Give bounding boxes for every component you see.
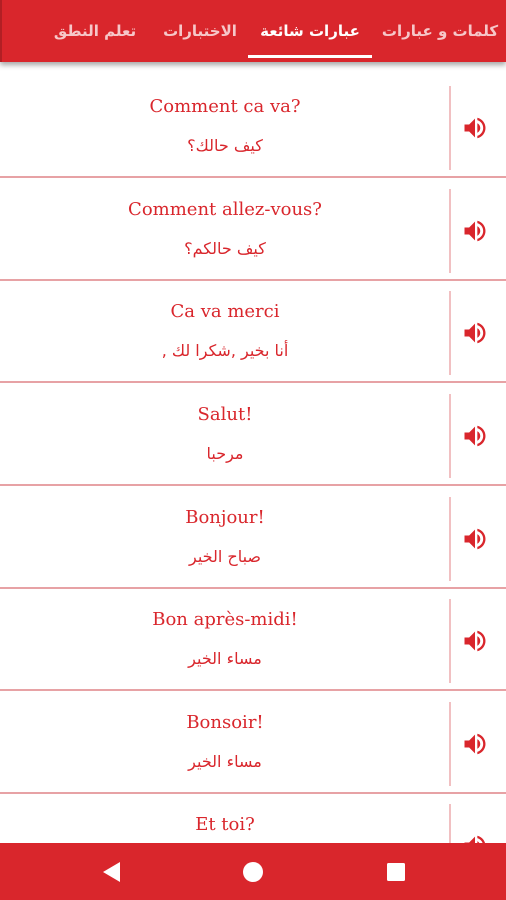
phrase-row[interactable]: Bonsoir! مساء الخير — [0, 694, 506, 794]
tab-bar-edge — [0, 0, 2, 62]
row-divider — [449, 394, 451, 478]
phrase-text: Salut! مرحبا — [10, 386, 440, 486]
row-divider — [449, 599, 451, 683]
tab-label: كلمات و عبارات — [381, 22, 499, 40]
arabic-translation: مساء الخير — [188, 752, 262, 771]
tab-words-phrases[interactable]: كلمات و عبارات — [380, 0, 500, 62]
french-phrase: Comment ca va? — [149, 96, 301, 117]
volume-icon[interactable] — [461, 114, 489, 142]
arabic-translation: صباح الخير — [188, 547, 261, 566]
row-divider — [449, 189, 451, 273]
recents-square-icon[interactable] — [381, 857, 411, 887]
system-navigation-bar — [0, 843, 506, 900]
arabic-translation: مساء الخير — [188, 649, 262, 668]
phrase-text: Bon après-midi! مساء الخير — [10, 591, 440, 691]
french-phrase: Ca va merci — [170, 301, 280, 322]
volume-icon[interactable] — [461, 730, 489, 758]
french-phrase: Et toi? — [195, 814, 255, 835]
phrase-text: Ca va merci أنا بخير ,شكرا لك , — [10, 283, 440, 383]
volume-icon[interactable] — [461, 627, 489, 655]
phrase-row[interactable]: Bon après-midi! مساء الخير — [0, 591, 506, 691]
tab-common-phrases[interactable]: عبارات شائعة — [248, 0, 372, 62]
phrase-text: Comment ca va? كيف حالك؟ — [10, 78, 440, 178]
phrase-text: Bonsoir! مساء الخير — [10, 694, 440, 794]
phrase-row[interactable]: Salut! مرحبا — [0, 386, 506, 486]
arabic-translation: مرحبا — [206, 444, 244, 463]
volume-icon[interactable] — [461, 217, 489, 245]
phrase-row[interactable]: Comment ca va? كيف حالك؟ — [0, 78, 506, 178]
arabic-translation: كيف حالكم؟ — [184, 239, 266, 258]
volume-icon[interactable] — [461, 525, 489, 553]
french-phrase: Bon après-midi! — [152, 609, 298, 630]
row-divider — [449, 291, 451, 375]
back-triangle-icon[interactable] — [97, 857, 127, 887]
phrase-row[interactable]: Bonjour! صباح الخير — [0, 489, 506, 589]
arabic-translation: أنا بخير ,شكرا لك , — [161, 341, 289, 360]
phrase-text: Comment allez-vous? كيف حالكم؟ — [10, 181, 440, 281]
row-divider — [449, 702, 451, 786]
french-phrase: Bonsoir! — [186, 712, 264, 733]
tab-quizzes[interactable]: الاختبارات — [155, 0, 245, 62]
tab-label: الاختبارات — [163, 22, 237, 40]
volume-icon[interactable] — [461, 319, 489, 347]
tab-bar: كلمات و عبارات عبارات شائعة الاختبارات ت… — [0, 0, 506, 62]
tab-label: تعلم النطق — [53, 22, 137, 40]
tab-learn-pronunciation[interactable]: تعلم النطق — [42, 0, 148, 62]
row-divider — [449, 497, 451, 581]
french-phrase: Comment allez-vous? — [128, 199, 322, 220]
phrase-row[interactable]: Ca va merci أنا بخير ,شكرا لك , — [0, 283, 506, 383]
home-circle-icon[interactable] — [238, 857, 268, 887]
tab-label: عبارات شائعة — [260, 22, 360, 40]
french-phrase: Salut! — [197, 404, 253, 425]
active-tab-indicator — [248, 55, 372, 58]
volume-icon[interactable] — [461, 422, 489, 450]
row-divider — [449, 86, 451, 170]
french-phrase: Bonjour! — [185, 507, 265, 528]
phrase-text: Bonjour! صباح الخير — [10, 489, 440, 589]
arabic-translation: كيف حالك؟ — [187, 136, 263, 155]
phrase-row[interactable]: Comment allez-vous? كيف حالكم؟ — [0, 181, 506, 281]
